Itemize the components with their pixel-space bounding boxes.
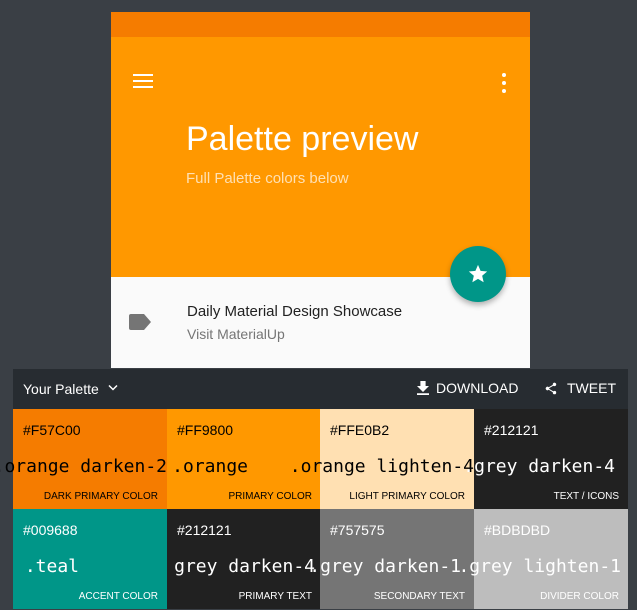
palette-toolbar: Your Palette DOWNLOAD TWEET xyxy=(13,369,628,409)
swatch-role: DARK PRIMARY COLOR xyxy=(43,491,158,502)
app-bar: Palette preview Full Palette colors belo… xyxy=(111,37,530,277)
list-item-title: Daily Material Design Showcase xyxy=(187,303,403,320)
download-icon xyxy=(417,381,429,395)
swatch-hex: #757575 xyxy=(330,522,385,538)
swatch-name: .orange xyxy=(172,456,248,477)
chevron-down-icon[interactable] xyxy=(108,384,118,392)
swatch-name: .teal xyxy=(24,556,79,577)
swatch-light-primary[interactable]: #FFE0B2 .orange lighten-4 LIGHT PRIMARY … xyxy=(290,409,474,509)
swatch-accent[interactable]: #009688 .teal ACCENT COLOR xyxy=(13,509,167,609)
swatch-grid: #F57C00 .orange darken-2 DARK PRIMARY CO… xyxy=(0,409,628,610)
swatch-name: .grey darken-1 xyxy=(309,556,461,577)
swatch-secondary-text[interactable]: #757575 .grey darken-1 SECONDARY TEXT xyxy=(309,509,474,609)
swatch-hex: #212121 xyxy=(177,522,232,538)
swatch-role: SECONDARY TEXT xyxy=(373,591,465,602)
swatch-role: TEXT / ICONS xyxy=(553,491,619,502)
tweet-label: TWEET xyxy=(567,380,616,396)
tweet-button[interactable]: TWEET xyxy=(544,380,616,396)
download-label: DOWNLOAD xyxy=(436,380,519,396)
label-icon xyxy=(129,314,151,330)
preview-card: Palette preview Full Palette colors belo… xyxy=(111,12,530,368)
swatch-hex: #F57C00 xyxy=(23,422,81,438)
swatch-dark-primary[interactable]: #F57C00 .orange darken-2 DARK PRIMARY CO… xyxy=(0,409,167,509)
swatch-name: grey darken-4 xyxy=(174,556,315,577)
swatch-name: .orange lighten-4 xyxy=(289,456,474,477)
star-icon xyxy=(468,264,488,283)
swatch-hex: #FFE0B2 xyxy=(330,422,390,438)
palette-panel: Your Palette DOWNLOAD TWEET #F57C00 .ora… xyxy=(0,369,628,610)
swatch-hex: #212121 xyxy=(484,422,539,438)
palette-label: Your Palette xyxy=(23,381,99,397)
swatch-hex: #BDBDBD xyxy=(484,522,551,538)
share-icon xyxy=(545,382,557,394)
list-item-subtitle: Visit MaterialUp xyxy=(187,326,285,342)
more-vert-icon[interactable] xyxy=(501,73,507,93)
palette-dropdown[interactable]: Your Palette xyxy=(23,381,99,397)
menu-icon[interactable] xyxy=(133,74,153,88)
page-subtitle: Full Palette colors below xyxy=(186,170,349,187)
swatch-role: PRIMARY COLOR xyxy=(228,491,312,502)
download-button[interactable]: DOWNLOAD xyxy=(417,380,518,396)
swatch-name: .grey lighten-1 xyxy=(458,556,621,577)
swatch-role: PRIMARY TEXT xyxy=(238,591,312,602)
fab-button[interactable] xyxy=(450,246,506,302)
swatch-hex: #FF9800 xyxy=(177,422,234,438)
swatch-role: ACCENT COLOR xyxy=(78,591,158,602)
swatch-hex: #009688 xyxy=(23,522,78,538)
swatch-text-icons[interactable]: #212121 .grey darken-4 TEXT / ICONS xyxy=(463,409,628,509)
status-bar xyxy=(111,12,530,37)
swatch-primary-text[interactable]: #212121 grey darken-4 PRIMARY TEXT xyxy=(167,509,321,609)
swatch-divider[interactable]: #BDBDBD .grey lighten-1 DIVIDER COLOR xyxy=(458,509,628,609)
swatch-role: LIGHT PRIMARY COLOR xyxy=(349,491,465,502)
swatch-name: .grey darken-4 xyxy=(463,456,615,477)
swatch-role: DIVIDER COLOR xyxy=(540,591,619,602)
page-title: Palette preview xyxy=(186,120,419,158)
swatch-name: .orange darken-2 xyxy=(0,456,167,477)
